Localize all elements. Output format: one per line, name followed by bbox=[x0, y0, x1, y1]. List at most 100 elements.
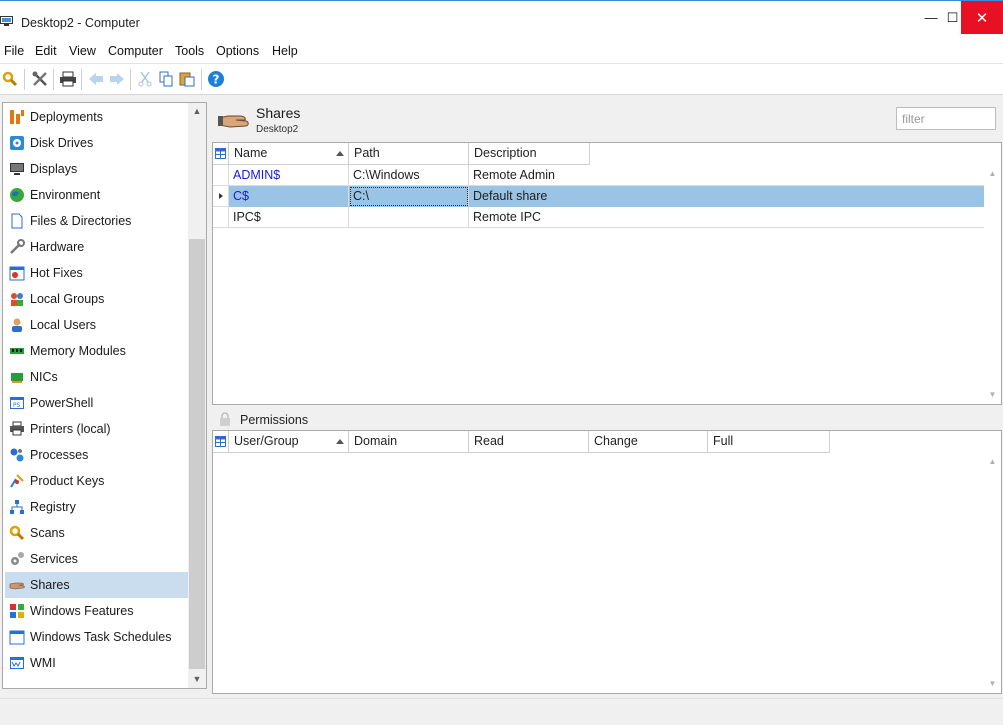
table-row-selected[interactable]: C$ C:\ Default share bbox=[213, 186, 984, 207]
scroll-up-icon[interactable]: ▲ bbox=[984, 165, 1001, 182]
sidebar-item-label: Product Keys bbox=[30, 474, 105, 488]
column-header-label: Domain bbox=[354, 434, 398, 448]
sidebar-item-printers-local[interactable]: Printers (local) bbox=[5, 416, 189, 442]
sidebar-item-processes[interactable]: Processes bbox=[5, 442, 189, 468]
sidebar-item-hot-fixes[interactable]: Hot Fixes bbox=[5, 260, 189, 286]
menu-view[interactable]: View bbox=[69, 44, 96, 58]
minimize-button[interactable]: — bbox=[917, 1, 945, 34]
menu-bar: File Edit View Computer Tools Options He… bbox=[0, 38, 1003, 64]
sidebar-item-label: Memory Modules bbox=[30, 344, 126, 358]
sidebar-item-wmi[interactable]: WMI bbox=[5, 650, 189, 676]
sidebar-item-shares[interactable]: Shares bbox=[5, 572, 189, 598]
sidebar-item-registry[interactable]: Registry bbox=[5, 494, 189, 520]
nav-scrollbar[interactable]: ▲ ▼ bbox=[188, 103, 206, 688]
forward-icon[interactable] bbox=[107, 69, 127, 89]
sidebar-item-local-groups[interactable]: Local Groups bbox=[5, 286, 189, 312]
sidebar-item-label: Deployments bbox=[30, 110, 103, 124]
sidebar-item-files-directories[interactable]: Files & Directories bbox=[5, 208, 189, 234]
sidebar-item-local-users[interactable]: Local Users bbox=[5, 312, 189, 338]
row-header[interactable] bbox=[213, 186, 229, 207]
wmi-icon bbox=[10, 657, 24, 669]
grid-select-all-icon[interactable] bbox=[213, 431, 229, 453]
share-description-cell[interactable]: Remote Admin bbox=[469, 165, 984, 186]
column-header-path[interactable]: Path bbox=[349, 143, 469, 165]
scan-icon[interactable] bbox=[0, 69, 20, 89]
column-header-user-group[interactable]: User/Group bbox=[229, 431, 349, 453]
settings-tools-icon[interactable] bbox=[30, 69, 50, 89]
sidebar-item-powershell[interactable]: PS PowerShell bbox=[5, 390, 189, 416]
scroll-up-icon[interactable]: ▲ bbox=[984, 453, 1001, 470]
sidebar-item-label: Shares bbox=[30, 578, 70, 592]
menu-edit[interactable]: Edit bbox=[35, 44, 57, 58]
share-path-cell[interactable] bbox=[349, 207, 469, 228]
navigation-panel: Deployments Disk Drives Displays Environmen… bbox=[2, 102, 207, 689]
paste-icon[interactable] bbox=[177, 69, 197, 89]
menu-computer[interactable]: Computer bbox=[108, 44, 163, 58]
table-row[interactable]: IPC$ Remote IPC bbox=[213, 207, 984, 228]
help-icon[interactable]: ? bbox=[206, 69, 226, 89]
column-header-label: Change bbox=[594, 434, 638, 448]
shares-grid-scrollbar[interactable]: ▲ ▼ bbox=[984, 165, 1001, 404]
sidebar-item-deployments[interactable]: Deployments bbox=[5, 104, 189, 130]
sidebar-item-label: Hot Fixes bbox=[30, 266, 83, 280]
sidebar-item-memory-modules[interactable]: Memory Modules bbox=[5, 338, 189, 364]
nic-icon bbox=[11, 373, 23, 383]
current-row-pointer-icon bbox=[219, 193, 223, 199]
sidebar-item-label: Disk Drives bbox=[30, 136, 94, 150]
menu-file[interactable]: File bbox=[4, 44, 24, 58]
back-icon[interactable] bbox=[86, 69, 106, 89]
share-name-cell[interactable]: C$ bbox=[229, 186, 349, 207]
table-row[interactable]: ADMIN$ C:\Windows Remote Admin bbox=[213, 165, 984, 186]
deployments-icon bbox=[10, 110, 24, 124]
column-header-full[interactable]: Full bbox=[708, 431, 830, 453]
column-header-name[interactable]: Name bbox=[229, 143, 349, 165]
sidebar-item-label: Local Users bbox=[30, 318, 96, 332]
scroll-thumb[interactable] bbox=[189, 239, 205, 669]
menu-help[interactable]: Help bbox=[272, 44, 298, 58]
share-path-cell[interactable]: C:\ bbox=[349, 186, 469, 207]
share-name-cell[interactable]: ADMIN$ bbox=[229, 165, 349, 186]
scroll-down-icon[interactable]: ▼ bbox=[984, 675, 1001, 692]
page-subtitle: Desktop2 bbox=[256, 124, 299, 135]
sidebar-item-product-keys[interactable]: Product Keys bbox=[5, 468, 189, 494]
menu-tools[interactable]: Tools bbox=[175, 44, 204, 58]
sidebar-item-nics[interactable]: NICs bbox=[5, 364, 189, 390]
column-header-domain[interactable]: Domain bbox=[349, 431, 469, 453]
scroll-up-icon[interactable]: ▲ bbox=[188, 103, 206, 120]
sidebar-item-hardware[interactable]: Hardware bbox=[5, 234, 189, 260]
hardware-icon bbox=[10, 239, 25, 254]
task-schedules-icon bbox=[9, 630, 25, 645]
grid-select-all-icon[interactable] bbox=[213, 143, 229, 165]
sidebar-item-environment[interactable]: Environment bbox=[5, 182, 189, 208]
scroll-down-icon[interactable]: ▼ bbox=[984, 386, 1001, 403]
column-header-read[interactable]: Read bbox=[469, 431, 589, 453]
share-name-cell[interactable]: IPC$ bbox=[229, 207, 349, 228]
row-header[interactable] bbox=[213, 165, 229, 186]
menu-options[interactable]: Options bbox=[216, 44, 259, 58]
scroll-down-icon[interactable]: ▼ bbox=[188, 671, 206, 688]
cut-icon[interactable] bbox=[135, 69, 155, 89]
copy-icon[interactable] bbox=[156, 69, 176, 89]
sidebar-item-windows-features[interactable]: Windows Features bbox=[5, 598, 189, 624]
sidebar-item-disk-drives[interactable]: Disk Drives bbox=[5, 130, 189, 156]
column-header-description[interactable]: Description bbox=[469, 143, 590, 165]
close-button[interactable]: ✕ bbox=[961, 1, 1003, 34]
sidebar-item-label: Local Groups bbox=[30, 292, 105, 306]
toolbar-separator bbox=[130, 69, 131, 90]
sidebar-item-scans[interactable]: Scans bbox=[5, 520, 189, 546]
row-header[interactable] bbox=[213, 207, 229, 228]
maximize-button[interactable]: ☐ bbox=[944, 1, 961, 34]
column-header-change[interactable]: Change bbox=[589, 431, 708, 453]
toolbar-separator bbox=[81, 69, 82, 90]
share-description-cell[interactable]: Remote IPC bbox=[469, 207, 984, 228]
share-path-cell[interactable]: C:\Windows bbox=[349, 165, 469, 186]
permissions-grid-scrollbar[interactable]: ▲ ▼ bbox=[984, 453, 1001, 693]
sidebar-item-label: Services bbox=[30, 552, 78, 566]
sidebar-item-services[interactable]: Services bbox=[5, 546, 189, 572]
share-description-cell[interactable]: Default share bbox=[469, 186, 984, 207]
filter-input[interactable] bbox=[896, 107, 996, 130]
sidebar-item-displays[interactable]: Displays bbox=[5, 156, 189, 182]
print-icon[interactable] bbox=[58, 69, 78, 89]
sidebar-item-windows-task-schedules[interactable]: Windows Task Schedules bbox=[5, 624, 189, 650]
sidebar-item-label: Environment bbox=[30, 188, 101, 202]
